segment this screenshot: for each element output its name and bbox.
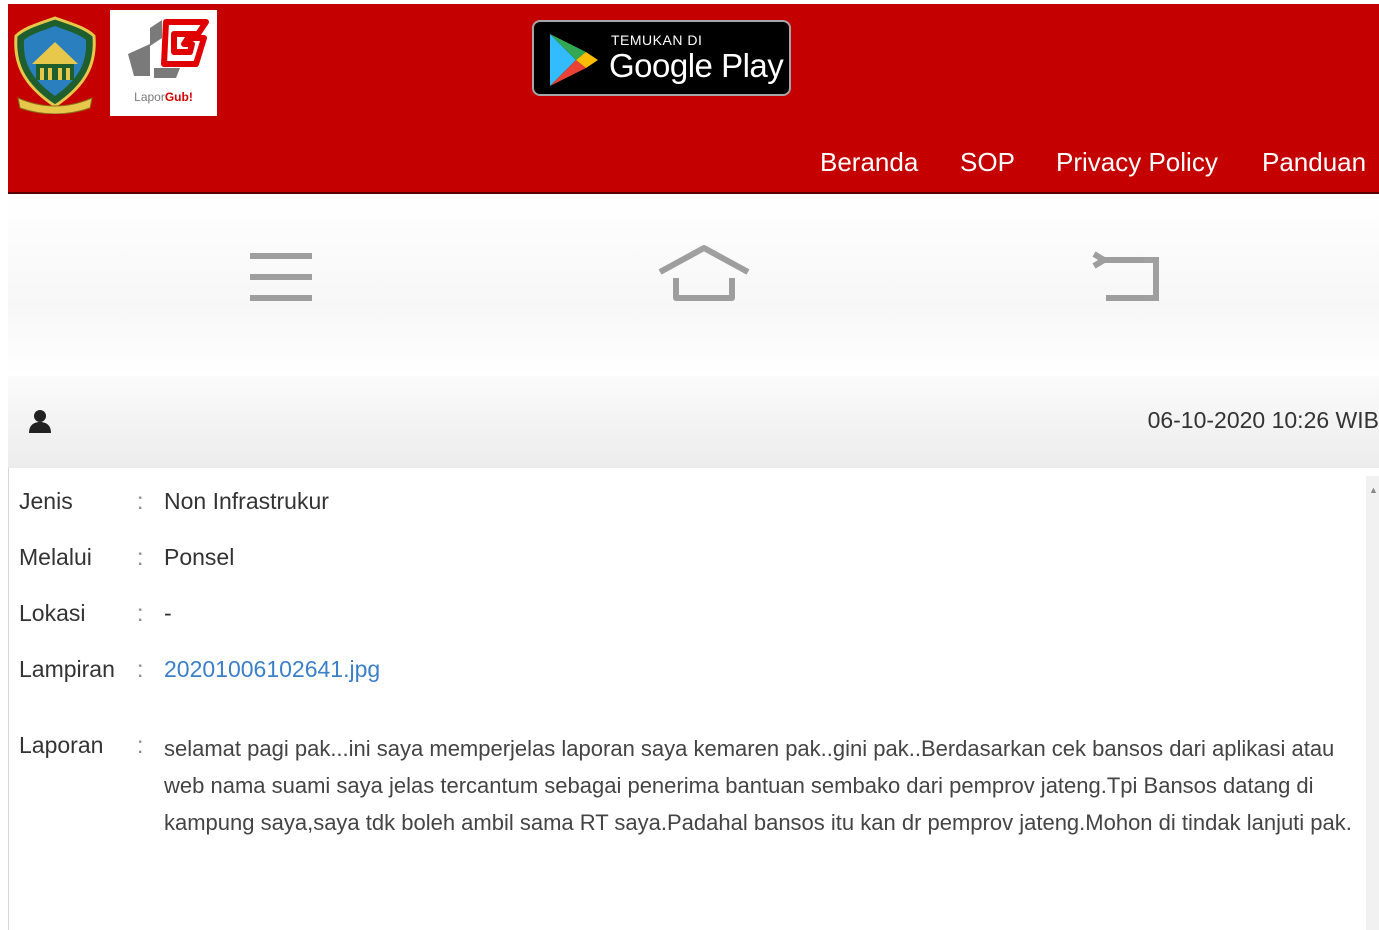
detail-label: Laporan — [19, 732, 104, 758]
detail-label: Lokasi — [19, 600, 86, 626]
detail-colon: : — [137, 732, 144, 758]
scroll-up-arrow-icon[interactable]: ▲ — [1369, 486, 1378, 495]
google-play-icon — [550, 34, 598, 86]
attachment-link[interactable]: 20201006102641.jpg — [164, 656, 380, 683]
page: LaporGub! TEMUKAN DI Google Play Beranda… — [0, 0, 1379, 930]
detail-colon: : — [137, 488, 144, 514]
report-timestamp: 06-10-2020 10:26 WIB — [1147, 407, 1379, 433]
laporgub-logo[interactable]: LaporGub! — [110, 10, 217, 116]
report-details: Jenis : Non Infrastrukur Melalui : Ponse… — [8, 468, 1366, 930]
site-header: LaporGub! TEMUKAN DI Google Play Beranda… — [8, 4, 1379, 194]
content-scrollbar[interactable]: ▲ — [1366, 476, 1379, 930]
detail-value: - — [164, 600, 172, 626]
report-body-text: selamat pagi pak...ini saya memperjelas … — [164, 736, 1352, 835]
detail-value: Ponsel — [164, 544, 235, 570]
detail-colon: : — [137, 656, 144, 682]
home-icon[interactable] — [656, 242, 752, 306]
user-icon — [29, 410, 51, 433]
detail-colon: : — [137, 600, 144, 626]
detail-label: Lampiran — [19, 656, 115, 682]
nav-link-panduan[interactable]: Panduan — [1262, 147, 1366, 183]
menu-icon[interactable] — [246, 248, 316, 306]
nav-link-sop[interactable]: SOP — [960, 147, 1015, 183]
nav-link-privacy-policy[interactable]: Privacy Policy — [1056, 147, 1218, 183]
detail-label: Melalui — [19, 544, 92, 570]
laporgub-logo-text: LaporGub! — [134, 90, 193, 104]
detail-value: Non Infrastrukur — [164, 488, 329, 514]
nav-link-beranda[interactable]: Beranda — [820, 147, 918, 183]
phone-navigation-bar — [8, 196, 1379, 376]
back-icon[interactable] — [1090, 246, 1164, 308]
google-play-big-text: Google Play — [609, 47, 784, 84]
province-emblem-logo[interactable] — [12, 14, 98, 115]
detail-colon: : — [137, 544, 144, 570]
google-play-small-text: TEMUKAN DI — [611, 32, 703, 48]
google-play-badge[interactable]: TEMUKAN DI Google Play — [532, 20, 791, 96]
report-meta-row: 06-10-2020 10:26 WIB — [8, 376, 1379, 468]
detail-label: Jenis — [19, 488, 73, 514]
